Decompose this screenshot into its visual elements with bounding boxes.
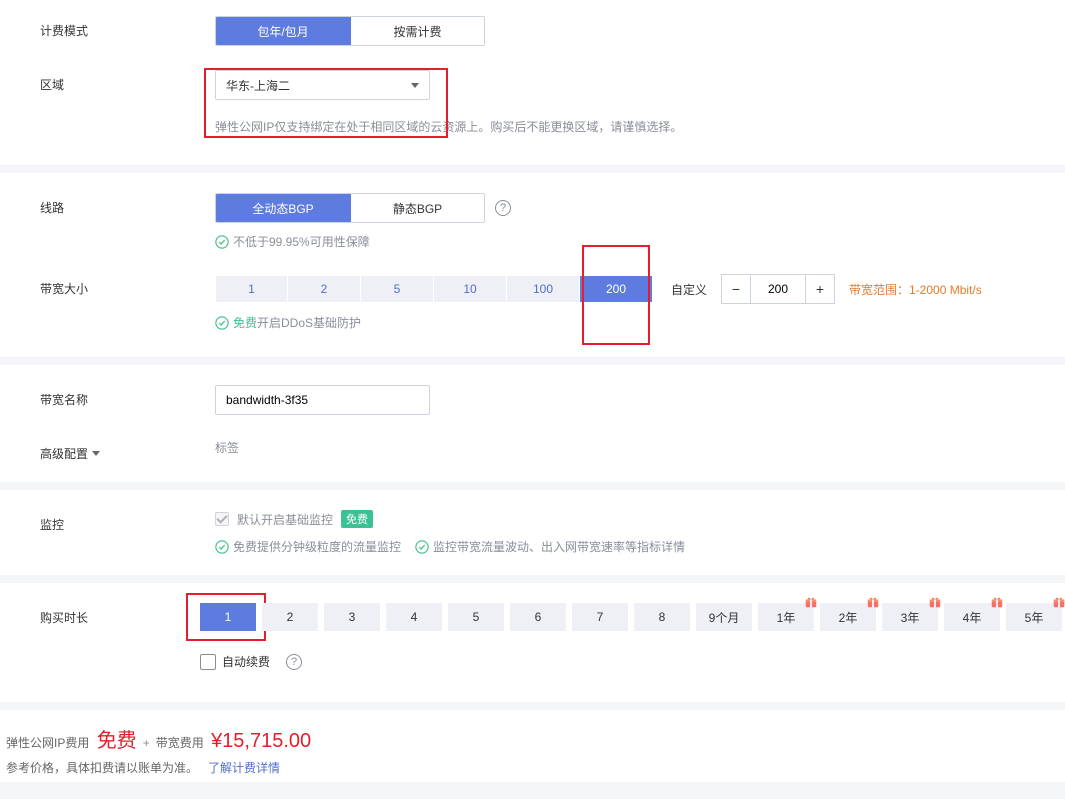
- duration-6[interactable]: 6: [510, 603, 566, 631]
- duration-1[interactable]: 1: [200, 603, 256, 631]
- advanced-toggle[interactable]: 高级配置: [40, 439, 215, 462]
- gift-icon: [1052, 595, 1065, 609]
- price-footer: 弹性公网IP费用 免费 + 带宽费用 ¥15,715.00 参考价格，具体扣费请…: [0, 710, 1065, 782]
- auto-renew-checkbox[interactable]: [200, 654, 216, 670]
- line-toggle: 全动态BGP 静态BGP: [215, 193, 485, 223]
- line-dynamic-bgp[interactable]: 全动态BGP: [216, 194, 350, 222]
- bandwidth-stepper: − +: [721, 274, 835, 304]
- bw-fee-price: ¥15,715.00: [211, 730, 311, 753]
- pricing-link[interactable]: 了解计费详情: [208, 761, 280, 775]
- advanced-label-text: 高级配置: [40, 445, 88, 462]
- bandwidth-presets: 12510100200: [215, 275, 653, 303]
- gift-icon: [928, 595, 942, 609]
- billing-toggle: 包年/包月 按需计费: [215, 16, 485, 46]
- plus-icon: +: [143, 736, 150, 750]
- gift-icon: [866, 595, 880, 609]
- check-circle-icon: [215, 540, 229, 554]
- advanced-tag: 标签: [215, 439, 239, 456]
- caret-down-icon: [411, 83, 419, 88]
- duration-label: 购买时长: [40, 603, 200, 626]
- check-circle-icon: [415, 540, 429, 554]
- billing-ondemand[interactable]: 按需计费: [350, 17, 484, 45]
- duration-3[interactable]: 3: [324, 603, 380, 631]
- monitor-hint2-text: 监控带宽流量波动、出入网带宽速率等指标详情: [433, 538, 685, 555]
- duration-3年[interactable]: 3年: [882, 603, 938, 631]
- caret-down-icon: [92, 451, 100, 456]
- free-tag: 免费: [341, 510, 373, 528]
- duration-4年[interactable]: 4年: [944, 603, 1000, 631]
- custom-label: 自定义: [671, 281, 707, 298]
- decrease-button[interactable]: −: [721, 274, 751, 304]
- check-circle-icon: [215, 316, 229, 330]
- bw-preset-1[interactable]: 1: [215, 275, 288, 303]
- line-label: 线路: [40, 193, 215, 216]
- duration-2[interactable]: 2: [262, 603, 318, 631]
- duration-2年[interactable]: 2年: [820, 603, 876, 631]
- duration-9个月[interactable]: 9个月: [696, 603, 752, 631]
- bandwidth-input[interactable]: [751, 274, 805, 304]
- duration-7[interactable]: 7: [572, 603, 628, 631]
- eip-fee-label: 弹性公网IP费用: [6, 734, 89, 751]
- line-sla: 不低于99.95%可用性保障: [215, 233, 370, 250]
- eip-fee-free: 免费: [97, 724, 137, 753]
- ref-text: 参考价格，具体扣费请以账单为准。: [6, 761, 198, 775]
- gift-icon: [990, 595, 1004, 609]
- region-hint: 弹性公网IP仅支持绑定在处于相同区域的云资源上。购买后不能更换区域，请谨慎选择。: [215, 118, 682, 135]
- monitor-default-text: 默认开启基础监控: [237, 511, 333, 528]
- auto-renew-label: 自动续费: [222, 653, 270, 670]
- monitor-hint1: 免费提供分钟级粒度的流量监控: [215, 538, 401, 555]
- ddos-hint: 免费开启DDoS基础防护: [215, 314, 361, 331]
- bw-preset-200[interactable]: 200: [580, 275, 653, 303]
- duration-1年[interactable]: 1年: [758, 603, 814, 631]
- increase-button[interactable]: +: [805, 274, 835, 304]
- region-selected: 华东-上海二: [226, 77, 290, 94]
- bw-fee-label: 带宽费用: [156, 734, 204, 751]
- monitor-hint2: 监控带宽流量波动、出入网带宽速率等指标详情: [415, 538, 685, 555]
- help-icon[interactable]: ?: [495, 200, 511, 216]
- line-static-bgp[interactable]: 静态BGP: [350, 194, 484, 222]
- ddos-text: 开启DDoS基础防护: [257, 316, 361, 330]
- region-select[interactable]: 华东-上海二: [215, 70, 430, 100]
- monitor-label: 监控: [40, 510, 215, 533]
- check-circle-icon: [215, 235, 229, 249]
- bwname-label: 带宽名称: [40, 385, 215, 408]
- region-label: 区域: [40, 70, 215, 93]
- bw-preset-2[interactable]: 2: [288, 275, 361, 303]
- bw-preset-10[interactable]: 10: [434, 275, 507, 303]
- duration-4[interactable]: 4: [386, 603, 442, 631]
- duration-8[interactable]: 8: [634, 603, 690, 631]
- duration-5年[interactable]: 5年: [1006, 603, 1062, 631]
- monitor-default-checkbox: [215, 512, 229, 526]
- billing-label: 计费模式: [40, 16, 215, 39]
- bandwidth-label: 带宽大小: [40, 274, 215, 297]
- monitor-hint1-text: 免费提供分钟级粒度的流量监控: [233, 538, 401, 555]
- billing-monthly[interactable]: 包年/包月: [216, 17, 350, 45]
- bandwidth-name-input[interactable]: [215, 385, 430, 415]
- duration-grid: 123456789个月1年2年3年4年5年: [200, 603, 1062, 631]
- bw-preset-100[interactable]: 100: [507, 275, 580, 303]
- duration-5[interactable]: 5: [448, 603, 504, 631]
- line-sla-text: 不低于99.95%可用性保障: [233, 233, 370, 250]
- bandwidth-range-hint: 带宽范围：1-2000 Mbit/s: [849, 281, 982, 298]
- gift-icon: [804, 595, 818, 609]
- ddos-free: 免费: [233, 316, 257, 330]
- help-icon[interactable]: ?: [286, 654, 302, 670]
- bw-preset-5[interactable]: 5: [361, 275, 434, 303]
